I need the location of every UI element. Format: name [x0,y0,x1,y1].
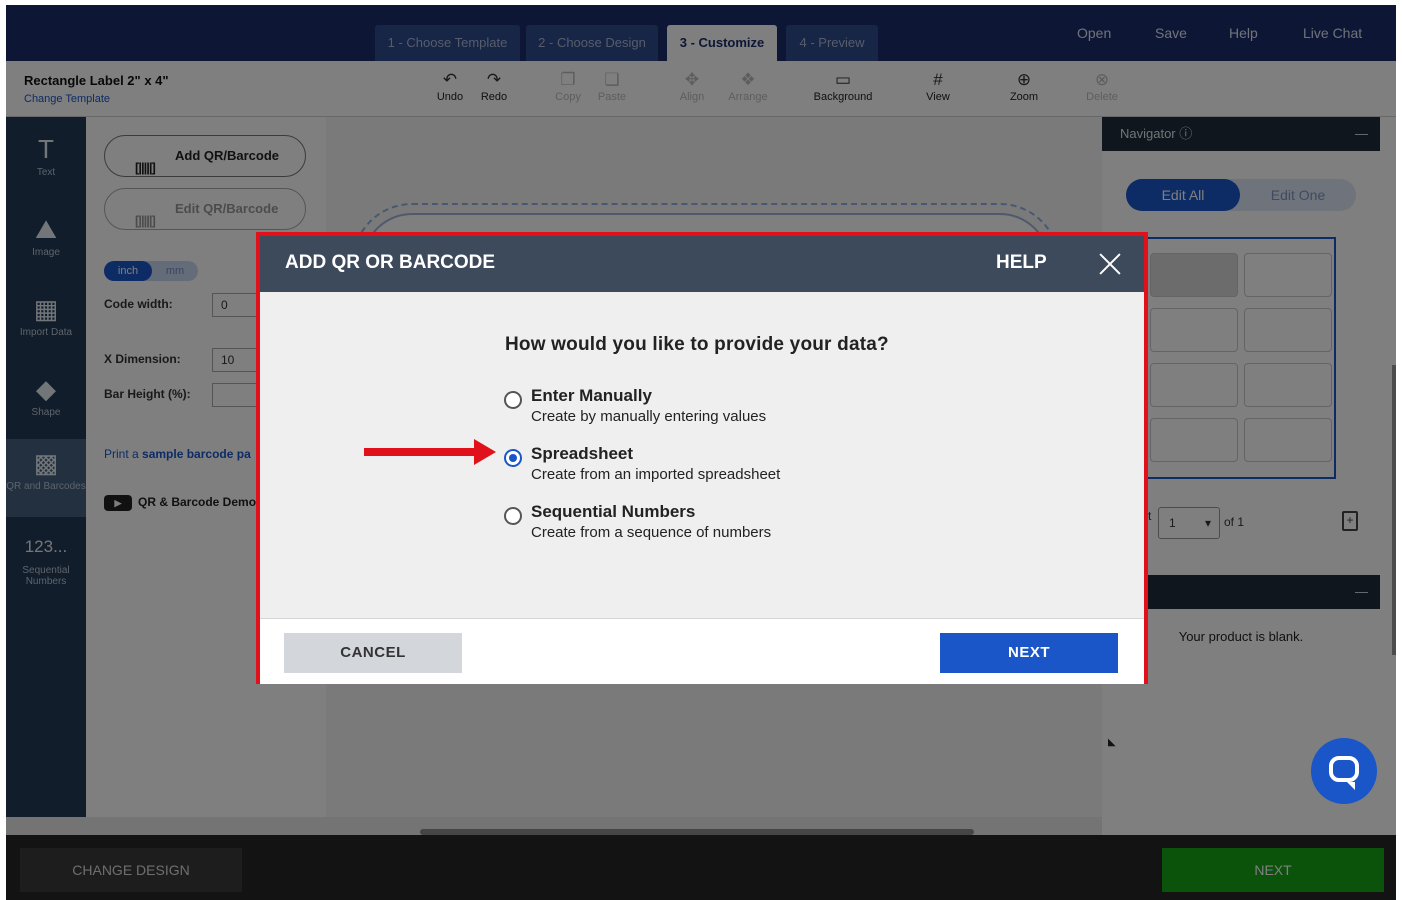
option-title: Spreadsheet [531,444,634,463]
dialog-header: ADD QR OR BARCODE HELP [260,236,1144,292]
red-arrow-icon [364,439,496,465]
live-chat-button[interactable] [1311,738,1377,804]
close-icon[interactable] [1094,248,1126,280]
dialog-title: ADD QR OR BARCODE [285,252,496,273]
data-source-question: How would you like to provide your data? [505,334,889,355]
radio-sequential-numbers[interactable] [504,507,522,525]
dialog-help-link[interactable]: HELP [996,252,1047,274]
add-qr-barcode-dialog: ADD QR OR BARCODE HELP How would you lik… [256,232,1148,684]
radio-enter-manually[interactable] [504,391,522,409]
option-description: Create from a sequence of numbers [531,524,772,541]
dialog-footer: CANCEL NEXT [260,618,1144,684]
option-title: Sequential Numbers [531,502,696,521]
next-button[interactable]: NEXT [940,633,1118,673]
option-title: Enter Manually [531,386,652,405]
option-description: Create from an imported spreadsheet [531,466,781,483]
chat-bubble-icon [1329,756,1359,790]
option-enter-manually[interactable]: Enter Manually Create by manually enteri… [504,384,944,434]
radio-spreadsheet[interactable] [504,449,522,467]
option-sequential-numbers[interactable]: Sequential Numbers Create from a sequenc… [504,500,944,550]
option-description: Create by manually entering values [531,408,767,425]
option-spreadsheet[interactable]: Spreadsheet Create from an imported spre… [504,442,944,492]
cancel-button[interactable]: CANCEL [284,633,462,673]
app-window: 1 - Choose Template 2 - Choose Design 3 … [6,5,1396,900]
